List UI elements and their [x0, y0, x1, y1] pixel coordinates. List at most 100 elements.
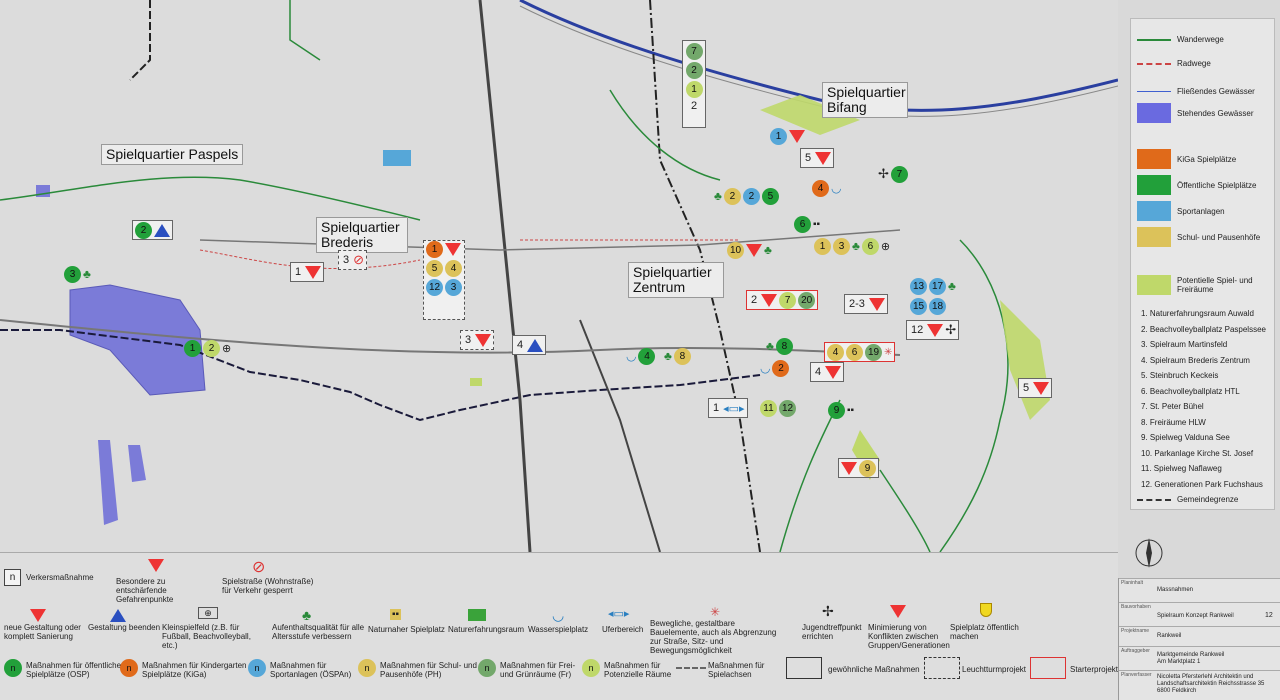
- marker-group[interactable]: 1: [768, 126, 807, 146]
- marker-group[interactable]: 1 3 ♣ 6 ⊕: [812, 236, 892, 256]
- kiga-swatch: [1137, 149, 1171, 169]
- river-line-icon: [1137, 91, 1171, 92]
- marker-group[interactable]: 1 ◂▭▸: [708, 398, 748, 418]
- marker-group[interactable]: 4: [810, 362, 845, 382]
- legend-label: Gestaltung beenden: [88, 623, 161, 632]
- marker-group[interactable]: 4 ◡: [810, 178, 843, 198]
- tb-value: Rankweil: [1157, 633, 1182, 639]
- marker-group[interactable]: ♣ 8: [662, 346, 693, 366]
- play-street-icon: ⊘: [252, 559, 266, 576]
- marker-stack-top[interactable]: 7 2 1 2: [682, 40, 706, 128]
- sport-circle-icon: n: [248, 659, 266, 677]
- bank-area-icon: ◂▭▸: [608, 608, 630, 620]
- ospan-circle: 3: [445, 279, 462, 296]
- nature-play-icon: ▪▪: [390, 609, 402, 620]
- legend-list-item: 8. Freiräume HLW: [1141, 417, 1206, 427]
- water-icon: ◡: [831, 181, 842, 195]
- traffic-number: 2: [751, 294, 758, 306]
- legend-label: Starterprojekt: [1070, 665, 1119, 674]
- marker-group[interactable]: 5: [800, 148, 835, 168]
- legend-label: Schul- und Pausenhöfe: [1177, 232, 1261, 242]
- marker-group[interactable]: 15 18: [908, 296, 948, 316]
- fr-circle: 2: [685, 62, 703, 79]
- osp-circle: 1: [184, 339, 201, 357]
- youth-meeting-icon: ✢: [822, 603, 834, 619]
- legend-list-item: 2. Beachvolleyballplatz Paspelssee: [1141, 324, 1266, 334]
- legend-list-item: 11. Spielweg Naflaweg: [1141, 464, 1222, 473]
- legend-label: Verkersmaßnahme: [26, 573, 94, 582]
- still-water-swatch: [1137, 103, 1171, 123]
- legend-label: Maßnahmen für Sportanlagen (ÖSPAn): [270, 661, 352, 679]
- danger-triangle-icon: [148, 559, 164, 572]
- legend-list-item: 3. Spielraum Martinsfeld: [1141, 340, 1228, 349]
- ph-circle: 3: [833, 237, 850, 255]
- lighthouse-box-icon: [924, 657, 960, 679]
- osp-circle: 6: [794, 215, 811, 233]
- marker-group[interactable]: 1: [290, 262, 325, 282]
- marker-group[interactable]: 10 ♣: [725, 240, 774, 260]
- triangle-red-icon: [927, 323, 944, 337]
- triangle-red-icon: [1033, 381, 1050, 395]
- marker-group[interactable]: 2 7 20: [746, 290, 819, 310]
- ospan-circle: 13: [910, 277, 927, 295]
- tb-key: Bauvorhaben: [1121, 604, 1151, 610]
- marker-group[interactable]: 4 6 19 ✳: [824, 342, 896, 362]
- pot-circle: 6: [861, 237, 879, 255]
- legend-label: Besondere zu entschärfende Gefahrenpunkt…: [116, 577, 174, 604]
- marker-group[interactable]: 2-3: [844, 294, 888, 314]
- tb-value: Landschaftsarchitektin Reichsstrasse 35: [1157, 681, 1265, 687]
- tree-icon: ♣: [852, 239, 860, 253]
- marker-group[interactable]: 6 ▪▪: [792, 214, 822, 234]
- marker-group[interactable]: 1 2 ⊕: [182, 338, 233, 358]
- marker-group[interactable]: 9 ▪▪: [826, 400, 856, 420]
- youth-meeting-icon: ✢: [878, 166, 889, 181]
- kiga-circle-icon: n: [120, 659, 138, 677]
- marker-group[interactable]: 3: [460, 330, 495, 350]
- tb-value: Am Marktplatz 1: [1157, 659, 1201, 665]
- marker-group[interactable]: 4: [512, 335, 547, 355]
- marker-group[interactable]: 11 12: [758, 398, 798, 418]
- triangle-red-icon: [475, 333, 492, 347]
- legend-label: Radwege: [1177, 59, 1211, 68]
- pot-circle: 2: [203, 339, 220, 357]
- marker-group[interactable]: 5: [1018, 378, 1053, 398]
- tree-icon: ♣: [302, 607, 312, 623]
- marker-group[interactable]: ♣ 8: [764, 336, 795, 356]
- legend-label: Naturnaher Spielplatz: [368, 625, 445, 634]
- water-play-icon: ◡: [552, 607, 565, 623]
- marker-group[interactable]: ♣ 2 2 5: [712, 186, 781, 206]
- marker-group[interactable]: 12 ✢: [906, 320, 960, 340]
- title-block: Planinhalt Massnahmen Bauvorhaben Spielrau…: [1118, 578, 1280, 700]
- ph-circle: 8: [673, 347, 691, 365]
- legend-list-item: 7. St. Peter Bühel: [1141, 402, 1204, 411]
- traffic-number: 5: [805, 152, 812, 164]
- legend-label: Maßnahmen für Potenzielle Räume: [604, 661, 672, 679]
- tree-icon: ♣: [948, 279, 956, 293]
- ospan-circle: 17: [929, 277, 946, 295]
- legend-label: Potentielle Spiel- und Freiräume: [1177, 276, 1253, 294]
- marker-group[interactable]: 2: [132, 220, 173, 240]
- youth-meeting-icon: ✢: [945, 322, 957, 337]
- legend-label: Jugendtreffpunkt errichten: [802, 623, 862, 641]
- marker-group[interactable]: ◡ 2: [758, 358, 791, 378]
- school-circle-icon: n: [358, 659, 376, 677]
- tb-value: Nicoletta Pfersterlehl Architektin und: [1157, 674, 1254, 680]
- marker-group[interactable]: ◡ 4: [624, 346, 657, 366]
- ospan-circle: 18: [929, 297, 946, 315]
- fr-circle: 20: [798, 291, 816, 309]
- ph-circle: 4: [827, 343, 844, 361]
- marker-group[interactable]: 3 ⊘: [338, 250, 368, 270]
- osp-circle: 8: [775, 337, 793, 355]
- marker-group[interactable]: 13 17 ♣: [908, 276, 958, 296]
- legend-label: Aufenthaltsqualität für alle Altersstufe…: [272, 623, 365, 641]
- marker-group[interactable]: ✢ 7: [876, 164, 910, 184]
- marker-group[interactable]: 3 ♣: [62, 264, 93, 284]
- osp-swatch: [1137, 175, 1171, 195]
- fr-circle: 12: [779, 399, 796, 417]
- marker-stack-brederis[interactable]: 1 5 4 12 3: [423, 240, 465, 320]
- marker-group[interactable]: 9: [838, 458, 879, 478]
- legend-list-item: 10. Parkanlage Kirche St. Josef: [1141, 448, 1254, 458]
- traffic-box-icon: n: [4, 569, 21, 586]
- starter-box-icon: [1030, 657, 1066, 679]
- legend-label: Öffentliche Spielplätze: [1177, 180, 1257, 190]
